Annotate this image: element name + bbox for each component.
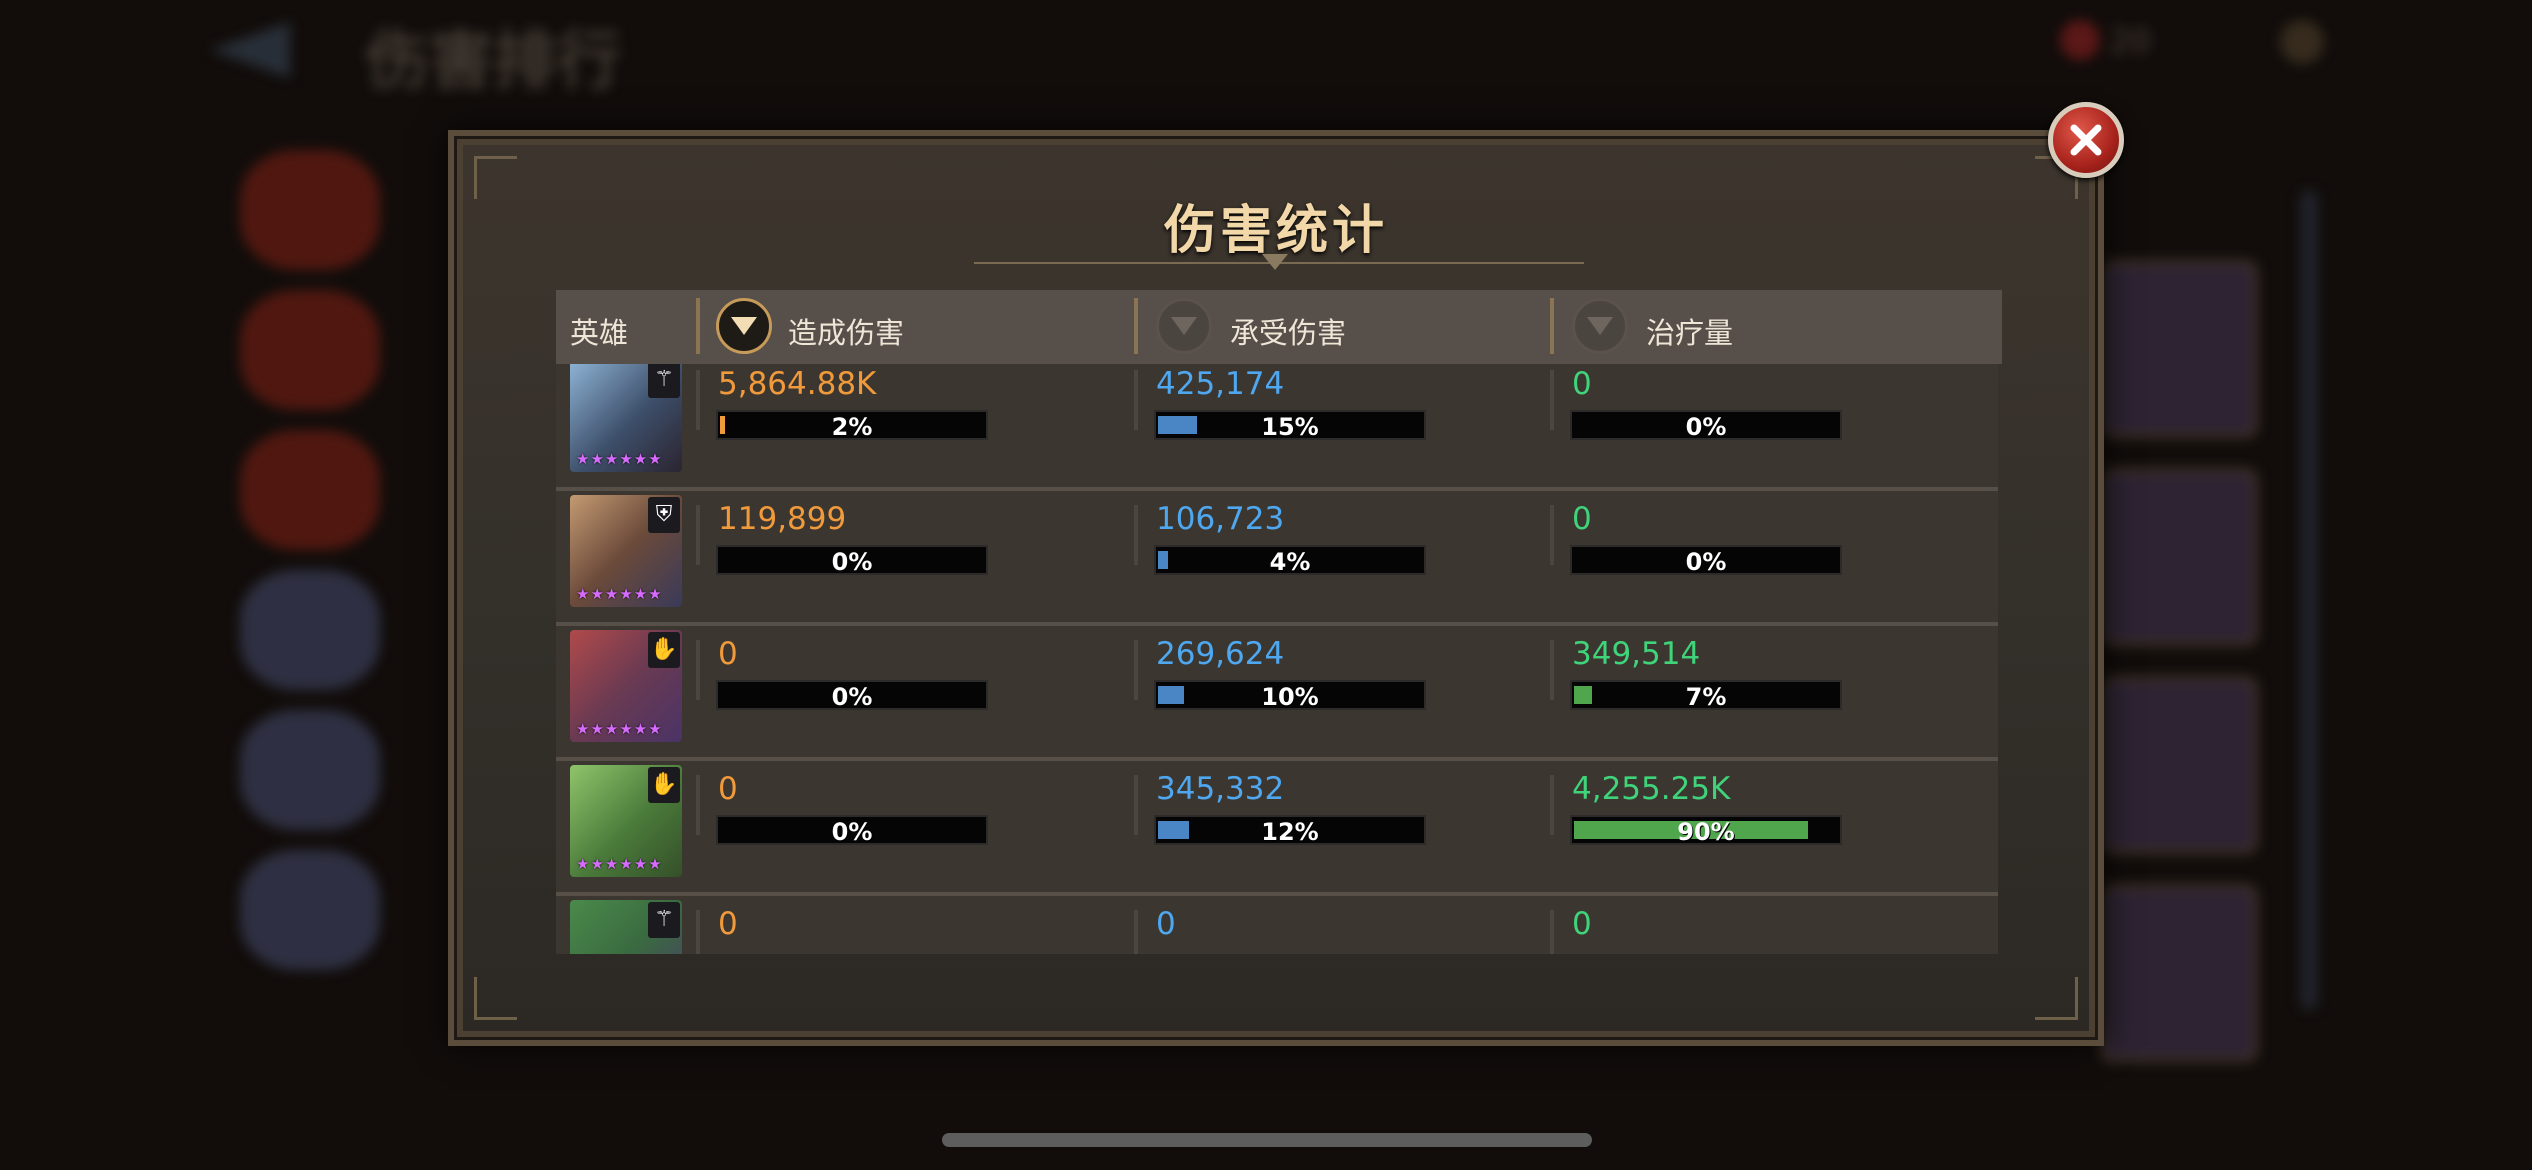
heal-bar: 90% (1570, 815, 1842, 846)
back-arrow-icon (210, 22, 290, 78)
settings-icon (2280, 20, 2324, 64)
panel-title: 伤害统计 (1163, 201, 1388, 261)
table-row[interactable]: ⚚ ★★★★★★ 0 0 0 (556, 896, 1998, 954)
damage-taken-bar: 15% (1154, 410, 1426, 441)
heal-bar: 7% (1570, 680, 1842, 711)
damage-taken-value: 106,723 (1156, 501, 1285, 537)
header-divider (1134, 298, 1138, 354)
damage-taken-percent: 15% (1261, 413, 1319, 441)
sort-heal-button[interactable] (1572, 298, 1628, 354)
close-button[interactable] (2048, 102, 2124, 178)
damage-dealt-percent: 0% (831, 818, 873, 846)
hero-portrait: ✋ ★★★★★★ (570, 630, 682, 742)
damage-dealt-percent: 0% (831, 548, 873, 576)
damage-dealt-value: 0 (718, 636, 738, 672)
damage-taken-value: 269,624 (1156, 636, 1285, 672)
column-header-taken[interactable]: 承受伤害 (1230, 310, 1346, 352)
table-row[interactable]: ⛨ ★★★★★★ 119,899 0% 106,723 4% 0 0% (556, 491, 1998, 626)
chevron-down-icon (1587, 317, 1613, 335)
damage-taken-value: 345,332 (1156, 771, 1285, 807)
damage-dealt-bar: 0% (716, 545, 988, 576)
hero-portrait: ⚚ ★★★★★★ (570, 900, 682, 954)
background-title: 伤害排行 (365, 25, 621, 99)
damage-dealt-bar: 2% (716, 410, 988, 441)
heal-value: 0 (1572, 501, 1592, 537)
damage-dealt-value: 5,864.88K (718, 366, 877, 402)
damage-dealt-bar: 0% (716, 815, 988, 846)
damage-taken-bar: 12% (1154, 815, 1426, 846)
panel-corner-ornament (474, 977, 517, 1020)
damage-dealt-value: 0 (718, 906, 738, 942)
heal-value: 0 (1572, 366, 1592, 402)
star-rating: ★★★★★★ (576, 855, 663, 873)
damage-taken-value: 0 (1156, 906, 1176, 942)
column-header-dealt[interactable]: 造成伤害 (788, 310, 904, 352)
sort-taken-button[interactable] (1156, 298, 1212, 354)
damage-taken-value: 425,174 (1156, 366, 1285, 402)
background-hero-list (210, 130, 480, 990)
heal-bar: 0% (1570, 410, 1842, 441)
heal-percent: 0% (1685, 413, 1727, 441)
header-divider (1550, 298, 1554, 354)
heal-bar: 0% (1570, 545, 1842, 576)
header-divider (696, 298, 700, 354)
gem-value: 20 (2110, 22, 2151, 60)
damage-dealt-value: 0 (718, 771, 738, 807)
chevron-down-icon (731, 317, 757, 335)
damage-taken-percent: 4% (1269, 548, 1311, 576)
heal-percent: 0% (1685, 548, 1727, 576)
heal-value: 0 (1572, 906, 1592, 942)
heal-percent: 7% (1685, 683, 1727, 711)
table-row[interactable]: ✋ ★★★★★★ 0 0% 269,624 10% 349,514 7% (556, 626, 1998, 761)
hero-portrait: ⚚ ★★★★★★ (570, 364, 682, 472)
heal-percent: 90% (1677, 818, 1735, 846)
stats-table: 英雄 造成伤害 承受伤害 治疗量 ⚚ ★★★★★★ 5,864.88K 2% 4… (556, 290, 2002, 954)
damage-taken-bar: 4% (1154, 545, 1426, 576)
close-icon (2070, 124, 2102, 156)
panel-corner-ornament (2035, 977, 2078, 1020)
hero-portrait: ✋ ★★★★★★ (570, 765, 682, 877)
column-header-hero: 英雄 (570, 316, 629, 350)
gem-icon (2060, 20, 2100, 60)
wand-icon: ⚚ (648, 902, 680, 938)
heal-value: 349,514 (1572, 636, 1701, 672)
column-header-heal[interactable]: 治疗量 (1646, 310, 1733, 352)
shield-icon: ⛨ (648, 497, 680, 533)
damage-dealt-percent: 2% (831, 413, 873, 441)
star-rating: ★★★★★★ (576, 720, 663, 738)
table-header: 英雄 造成伤害 承受伤害 治疗量 (556, 290, 2002, 364)
damage-taken-percent: 12% (1261, 818, 1319, 846)
background-cards (2100, 230, 2258, 1092)
wand-icon: ⚚ (648, 364, 680, 398)
sort-dealt-button[interactable] (716, 298, 772, 354)
damage-dealt-percent: 0% (831, 683, 873, 711)
background-scrollbar (2300, 190, 2318, 1010)
praying-hands-icon: ✋ (648, 632, 680, 668)
table-row[interactable]: ⚚ ★★★★★★ 5,864.88K 2% 425,174 15% 0 0% (556, 364, 1998, 491)
table-row[interactable]: ✋ ★★★★★★ 0 0% 345,332 12% 4,255.25K 90% (556, 761, 1998, 896)
star-rating: ★★★★★★ (576, 585, 663, 603)
damage-taken-bar: 10% (1154, 680, 1426, 711)
damage-dealt-value: 119,899 (718, 501, 847, 537)
star-rating: ★★★★★★ (576, 450, 663, 468)
home-indicator[interactable] (942, 1133, 1592, 1147)
heal-value: 4,255.25K (1572, 771, 1731, 807)
chevron-down-icon (1171, 317, 1197, 335)
damage-dealt-bar: 0% (716, 680, 988, 711)
damage-taken-percent: 10% (1261, 683, 1319, 711)
hero-portrait: ⛨ ★★★★★★ (570, 495, 682, 607)
hero-rows[interactable]: ⚚ ★★★★★★ 5,864.88K 2% 425,174 15% 0 0% ⛨… (556, 364, 2002, 954)
praying-hands-icon: ✋ (648, 767, 680, 803)
